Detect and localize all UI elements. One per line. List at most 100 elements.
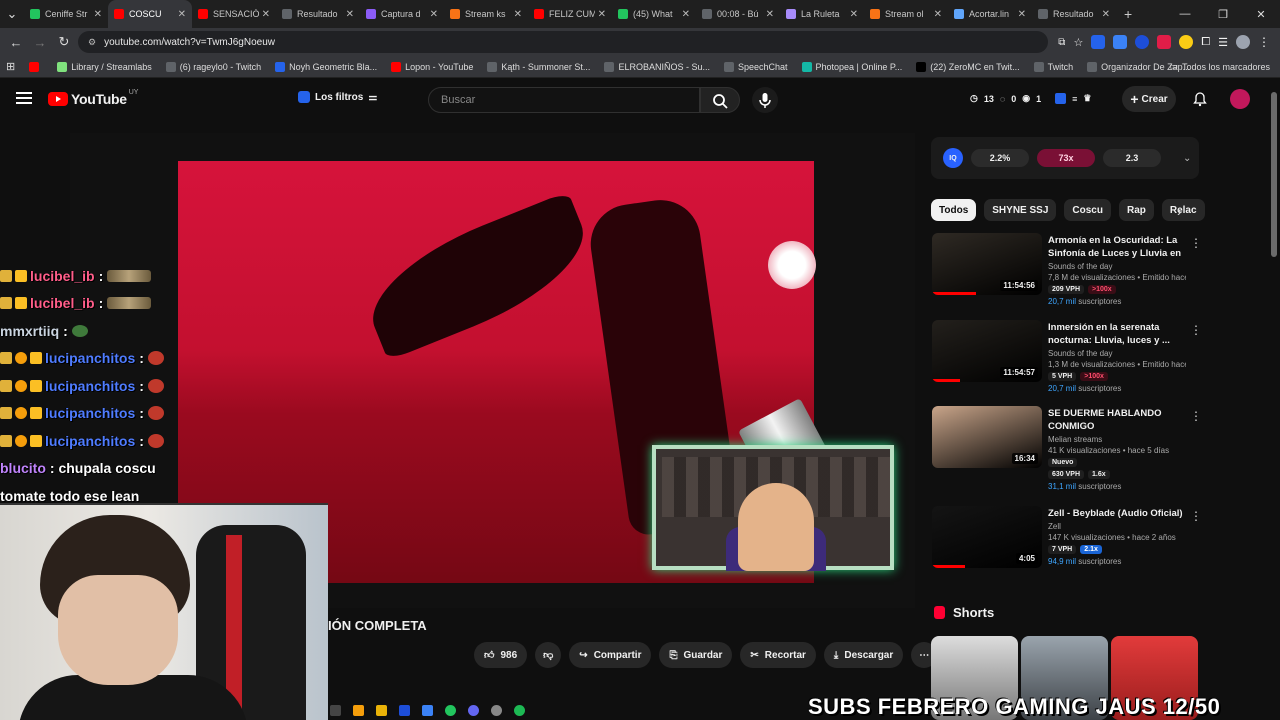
- notifications-bell-icon[interactable]: [1192, 91, 1208, 107]
- dislike-button[interactable]: 👎︎: [535, 642, 562, 668]
- close-tab-icon[interactable]: ✕: [94, 9, 102, 20]
- close-tab-icon[interactable]: ✕: [1018, 9, 1026, 20]
- all-bookmarks-button[interactable]: ▭ Todos los marcadores: [1169, 61, 1270, 72]
- bookmark-item[interactable]: Noyh Geometric Bla...: [275, 61, 377, 72]
- filter-chip[interactable]: Rap: [1118, 199, 1154, 221]
- discord-icon[interactable]: [468, 704, 479, 716]
- browser-tab[interactable]: (45) What ✕: [612, 0, 696, 28]
- profile-avatar[interactable]: [1236, 35, 1250, 49]
- iq-icon[interactable]: [1055, 93, 1067, 104]
- filters-button[interactable]: Los filtros ⚌: [298, 91, 377, 103]
- more-options-icon[interactable]: ⋮: [1190, 323, 1202, 337]
- browser-tab[interactable]: Acortar.lin ✕: [948, 0, 1032, 28]
- bookmark-item[interactable]: Kąth - Summoner St...: [487, 61, 590, 72]
- video-thumbnail[interactable]: 4:05: [932, 506, 1042, 568]
- filter-chip[interactable]: SHYNE SSJ: [984, 199, 1057, 221]
- browser-tab[interactable]: Stream ks ✕: [444, 0, 528, 28]
- close-tab-icon[interactable]: ✕: [850, 9, 858, 20]
- app-icon[interactable]: [353, 704, 364, 716]
- filter-chip[interactable]: Coscu: [1064, 199, 1111, 221]
- tab-search-icon[interactable]: ⌄: [0, 6, 24, 22]
- recommended-video[interactable]: 11:54:56 Armonía en la Oscuridad: La Sin…: [931, 232, 1202, 312]
- chevron-right-icon[interactable]: ›: [1177, 203, 1182, 219]
- share-button[interactable]: ↪ Compartir: [569, 642, 652, 668]
- browser-tab[interactable]: Resultado ✕: [1032, 0, 1116, 28]
- clip-button[interactable]: ✂ Recortar: [740, 642, 816, 668]
- more-options-icon[interactable]: ⋮: [1190, 509, 1202, 523]
- bookmark-item[interactable]: SpeechChat: [723, 61, 788, 72]
- close-tab-icon[interactable]: ✕: [178, 9, 186, 20]
- site-info-icon[interactable]: ⚙: [88, 37, 96, 48]
- browser-tab[interactable]: La Ruleta ✕: [780, 0, 864, 28]
- video-title[interactable]: Zell - Beyblade (Audio Oficial): [1048, 507, 1186, 520]
- bookmark-item[interactable]: (6) rageylo0 - Twitch: [165, 61, 261, 72]
- extension-icon[interactable]: [1179, 35, 1194, 49]
- browser-menu-icon[interactable]: ⋮: [1258, 35, 1270, 49]
- more-options-icon[interactable]: ⋮: [1190, 236, 1202, 250]
- more-options-icon[interactable]: ⋮: [1190, 409, 1202, 423]
- trophy-icon[interactable]: ♛: [1083, 93, 1091, 104]
- close-tab-icon[interactable]: ✕: [346, 9, 354, 20]
- page-scrollbar[interactable]: [1271, 92, 1277, 257]
- close-tab-icon[interactable]: ✕: [682, 9, 690, 20]
- close-tab-icon[interactable]: ✕: [430, 9, 438, 20]
- obs-icon[interactable]: [491, 704, 502, 716]
- youtube-logo[interactable]: YouTube UY: [48, 89, 138, 107]
- install-app-icon[interactable]: ⧉: [1058, 37, 1065, 48]
- bookmark-item[interactable]: Photopea | Online P...: [801, 61, 902, 72]
- video-thumbnail[interactable]: 11:54:56: [932, 233, 1042, 295]
- back-icon[interactable]: ←: [4, 35, 28, 50]
- channel-name[interactable]: Zell: [1048, 522, 1186, 531]
- extension-icon[interactable]: [1113, 35, 1128, 49]
- restore-icon[interactable]: ❐: [1204, 8, 1242, 21]
- windows-icon[interactable]: [330, 704, 341, 716]
- recommended-video[interactable]: 11:54:57 Inmersión en la serenata noctur…: [931, 319, 1202, 399]
- voice-search-button[interactable]: [752, 87, 778, 113]
- video-title[interactable]: SE DUERME HABLANDO CONMIGO: [1048, 407, 1186, 433]
- apps-grid-icon[interactable]: ⊞: [6, 60, 15, 73]
- bookmark-item[interactable]: Twitch: [1033, 61, 1073, 72]
- bookmark-item[interactable]: (22) ZeroMC en Twit...: [916, 61, 1020, 72]
- recommended-video[interactable]: 4:05 Zell - Beyblade (Audio Oficial) Zel…: [931, 505, 1202, 585]
- channel-name[interactable]: Melian streams: [1048, 435, 1186, 444]
- list-icon[interactable]: ≡: [1072, 94, 1077, 104]
- close-tab-icon[interactable]: ✕: [262, 9, 270, 20]
- save-button[interactable]: ⎘ Guardar: [659, 642, 733, 668]
- channel-name[interactable]: Sounds of the day: [1048, 349, 1186, 358]
- channel-name[interactable]: Sounds of the day: [1048, 262, 1186, 271]
- new-tab-button[interactable]: +: [1124, 6, 1132, 22]
- create-button[interactable]: + Crear: [1122, 86, 1176, 112]
- extension-icon[interactable]: [1091, 35, 1106, 49]
- chevron-down-icon[interactable]: ⌄: [1183, 153, 1191, 164]
- filter-chip[interactable]: Relac: [1161, 199, 1205, 221]
- close-tab-icon[interactable]: ✕: [934, 9, 942, 20]
- filter-chip[interactable]: Todos: [931, 199, 977, 221]
- bookmark-item[interactable]: ELROBANIÑOS - Su...: [604, 61, 710, 72]
- browser-tab[interactable]: COSCU ✕: [108, 0, 192, 28]
- video-title[interactable]: Armonía en la Oscuridad: La Sinfonía de …: [1048, 234, 1186, 260]
- close-tab-icon[interactable]: ✕: [766, 9, 774, 20]
- youtube-bookmark-icon[interactable]: [29, 61, 43, 72]
- recommended-video[interactable]: 16:34 SE DUERME HABLANDO CONMIGO Melian …: [931, 405, 1202, 491]
- spotify-icon[interactable]: [514, 704, 525, 716]
- side-panel-icon[interactable]: ☰: [1218, 36, 1228, 49]
- account-avatar[interactable]: [1230, 89, 1250, 109]
- hamburger-menu-icon[interactable]: [16, 92, 32, 104]
- browser-tab[interactable]: Captura d ✕: [360, 0, 444, 28]
- browser-tab[interactable]: 00:08 - Bú ✕: [696, 0, 780, 28]
- close-tab-icon[interactable]: ✕: [1102, 9, 1110, 20]
- browser-tab[interactable]: Resultado ✕: [276, 0, 360, 28]
- video-thumbnail[interactable]: 11:54:57: [932, 320, 1042, 382]
- video-title[interactable]: Inmersión en la serenata nocturna: Lluvi…: [1048, 321, 1186, 347]
- extension-icon[interactable]: [1157, 35, 1172, 49]
- browser-tab[interactable]: FELIZ CUM ✕: [528, 0, 612, 28]
- close-window-icon[interactable]: ✕: [1242, 8, 1280, 21]
- bookmark-item[interactable]: Lopon - YouTube: [391, 61, 473, 72]
- url-text[interactable]: youtube.com/watch?v=TwmJ6gNoeuw: [104, 37, 275, 48]
- chrome-icon[interactable]: [445, 704, 456, 716]
- close-tab-icon[interactable]: ✕: [598, 9, 606, 20]
- steam-icon[interactable]: [399, 704, 410, 716]
- extensions-puzzle-icon[interactable]: ⧠: [1201, 36, 1210, 49]
- search-input[interactable]: Buscar: [428, 87, 700, 113]
- search-button[interactable]: [700, 87, 740, 113]
